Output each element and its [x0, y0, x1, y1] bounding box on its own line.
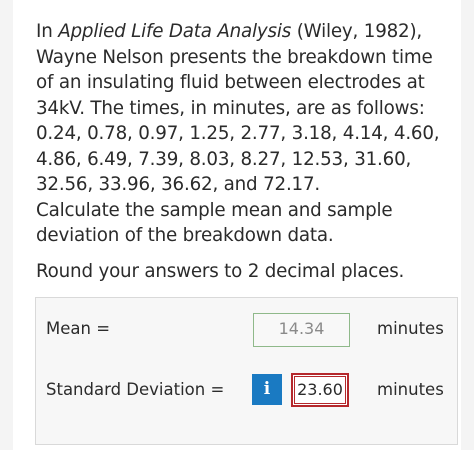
rounding-instruction: Round your answers to 2 decimal places.	[36, 261, 405, 282]
question-text: In Applied Life Data Analysis (Wiley, 19…	[36, 19, 446, 249]
question-intro: In Applied Life Data Analysis (Wiley, 19…	[36, 19, 446, 121]
answer-box: Mean = 14.34 minutes Standard Deviation …	[35, 297, 458, 445]
standard-deviation-label: Standard Deviation =	[46, 380, 225, 399]
standard-deviation-unit: minutes	[377, 380, 444, 399]
question-card: In Applied Life Data Analysis (Wiley, 19…	[13, 0, 461, 450]
info-icon[interactable]: i	[252, 374, 282, 405]
mean-input[interactable]: 14.34	[253, 313, 350, 347]
task-text: Calculate the sample mean and sample dev…	[36, 199, 393, 247]
data-values: 0.24, 0.78, 0.97, 1.25, 2.77, 3.18, 4.14…	[36, 123, 440, 195]
mean-unit: minutes	[377, 319, 444, 338]
mean-label: Mean =	[46, 319, 111, 338]
book-title: Applied Life Data Analysis	[58, 21, 292, 42]
intro-prefix: In	[36, 21, 59, 42]
standard-deviation-input[interactable]: 23.60	[291, 373, 349, 407]
